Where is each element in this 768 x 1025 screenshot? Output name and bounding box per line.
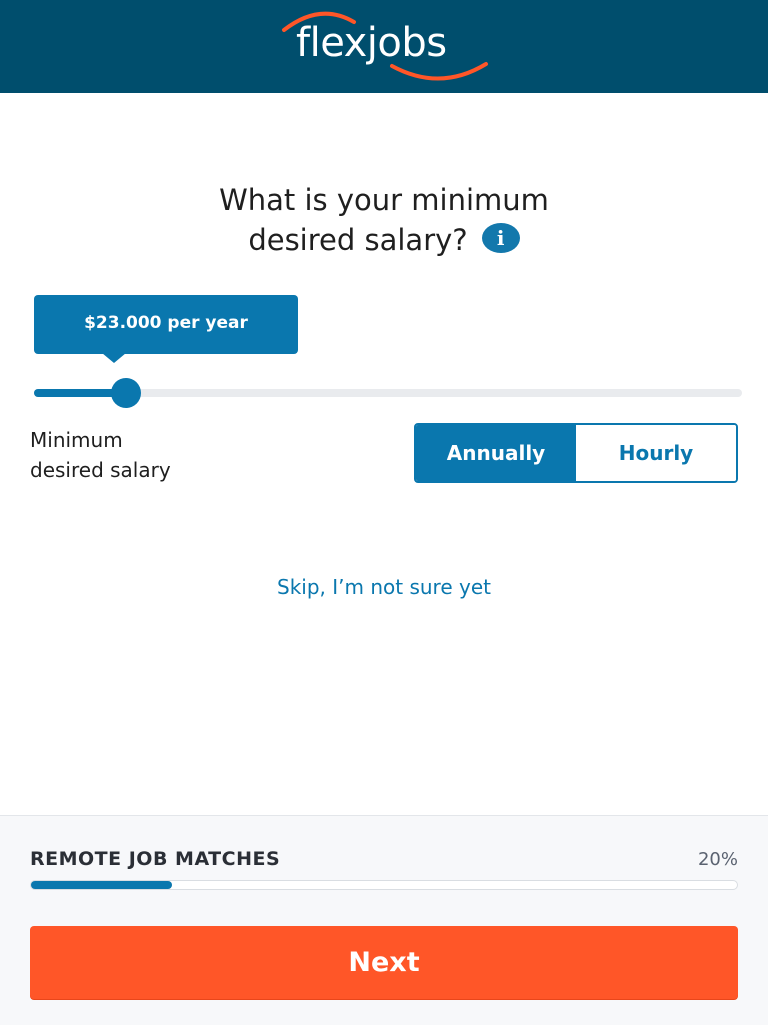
progress-fill	[31, 881, 173, 889]
salary-slider[interactable]	[34, 378, 742, 408]
salary-period-toggle: Annually Hourly	[414, 423, 738, 483]
question-line-2: desired salary? i	[0, 220, 768, 260]
matches-percent: 20%	[697, 849, 738, 870]
flexjobs-logo[interactable]: flexjobs	[280, 8, 490, 84]
matches-progress-bar	[30, 880, 738, 890]
salary-value-tooltip: $23.000 per year	[34, 295, 298, 354]
logo-text: flexjobs	[296, 20, 447, 66]
next-button[interactable]: Next	[30, 926, 738, 999]
salary-question: What is your minimum desired salary? i	[0, 180, 768, 260]
footer-panel: REMOTE JOB MATCHES 20% Next	[0, 815, 768, 1025]
remote-job-matches-title: REMOTE JOB MATCHES	[30, 848, 281, 870]
minimum-salary-label: Minimum desired salary	[30, 428, 171, 482]
hourly-button[interactable]: Hourly	[576, 425, 736, 481]
top-header: flexjobs	[0, 0, 768, 93]
info-icon[interactable]: i	[481, 223, 520, 253]
skip-link[interactable]: Skip, I’m not sure yet	[0, 575, 768, 599]
question-line-2-text: desired salary?	[248, 223, 468, 257]
tooltip-arrow	[102, 353, 126, 363]
slider-thumb[interactable]	[111, 378, 142, 408]
annually-button[interactable]: Annually	[416, 425, 576, 481]
question-line-1: What is your minimum	[219, 183, 549, 217]
